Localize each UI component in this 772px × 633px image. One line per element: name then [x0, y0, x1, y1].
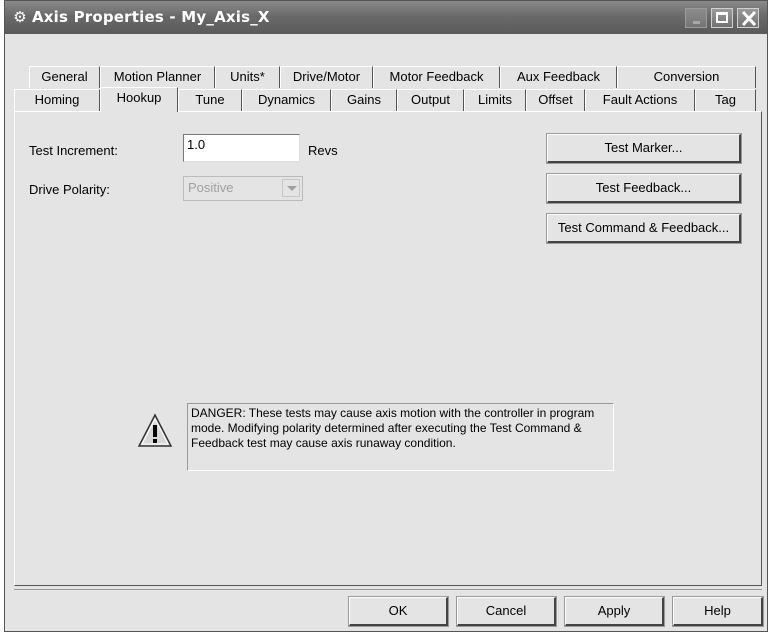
tab-gains[interactable]: Gains: [331, 89, 397, 111]
tab-aux-feedback[interactable]: Aux Feedback: [500, 66, 617, 88]
gear-icon: ⚙: [13, 8, 27, 26]
test-command-feedback-button[interactable]: Test Command & Feedback...: [546, 213, 742, 244]
minimize-button[interactable]: [685, 8, 707, 28]
tab-drive-motor[interactable]: Drive/Motor: [280, 66, 373, 88]
tab-fault-actions[interactable]: Fault Actions: [585, 89, 695, 111]
drive-polarity-value: Positive: [188, 180, 234, 195]
tab-units[interactable]: Units*: [215, 66, 280, 88]
help-button[interactable]: Help: [672, 596, 764, 627]
tab-conversion[interactable]: Conversion: [617, 66, 756, 88]
test-marker-button[interactable]: Test Marker...: [546, 133, 742, 164]
axis-properties-dialog: ⚙ Axis Properties - My_Axis_X General Mo…: [4, 0, 768, 632]
tab-general[interactable]: General: [29, 66, 100, 88]
window-title: Axis Properties - My_Axis_X: [32, 8, 270, 26]
tab-offset[interactable]: Offset: [526, 89, 585, 111]
test-increment-input[interactable]: 1.0: [183, 134, 300, 162]
tab-dynamics[interactable]: Dynamics: [242, 89, 331, 111]
tab-hookup[interactable]: Hookup: [100, 87, 178, 112]
tab-motion-planner[interactable]: Motion Planner: [100, 66, 215, 88]
tab-tune[interactable]: Tune: [178, 89, 242, 111]
cancel-button[interactable]: Cancel: [456, 596, 557, 627]
chevron-down-icon: [282, 179, 300, 197]
danger-message: DANGER: These tests may cause axis motio…: [187, 403, 614, 471]
drive-polarity-label: Drive Polarity:: [29, 182, 110, 197]
tab-limits[interactable]: Limits: [464, 89, 526, 111]
tab-output[interactable]: Output: [397, 89, 464, 111]
tab-tag[interactable]: Tag: [695, 89, 756, 111]
close-button[interactable]: [737, 8, 759, 28]
drive-polarity-select: Positive: [183, 176, 303, 201]
test-feedback-button[interactable]: Test Feedback...: [546, 173, 742, 204]
apply-button[interactable]: Apply: [564, 596, 665, 627]
test-increment-unit: Revs: [308, 143, 338, 158]
close-icon: [741, 11, 757, 26]
footer-divider: [14, 589, 762, 590]
title-bar[interactable]: ⚙ Axis Properties - My_Axis_X: [5, 1, 767, 34]
ok-button[interactable]: OK: [348, 596, 449, 627]
tab-homing[interactable]: Homing: [14, 89, 100, 111]
warning-icon: [137, 413, 173, 447]
test-increment-label: Test Increment:: [29, 143, 118, 158]
tab-motor-feedback[interactable]: Motor Feedback: [373, 66, 500, 88]
maximize-button[interactable]: [711, 8, 733, 28]
